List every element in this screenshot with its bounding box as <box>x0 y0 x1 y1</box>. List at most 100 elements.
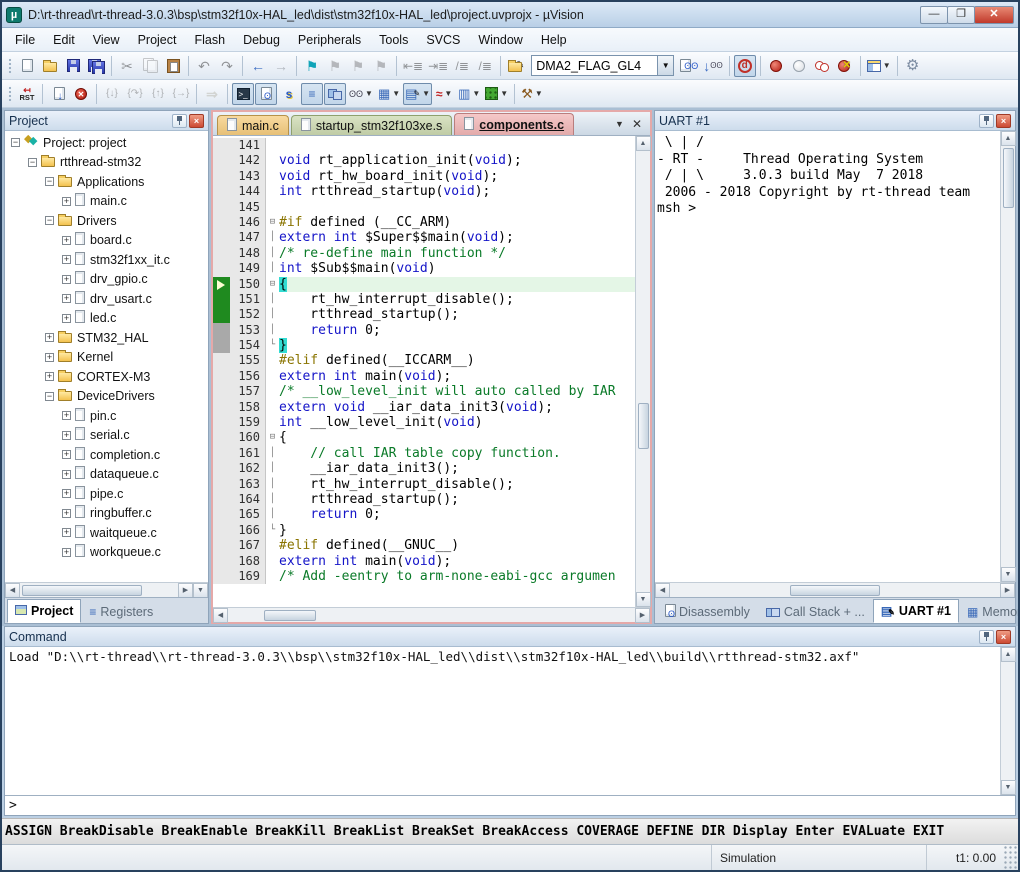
enable-disable-breakpoint-button[interactable] <box>788 55 810 77</box>
memory-windows-button[interactable]: ▦▼ <box>376 83 402 105</box>
code-line-149[interactable]: 149│int $Sub$$main(void) <box>213 261 635 276</box>
paste-button[interactable] <box>162 55 184 77</box>
code-line-145[interactable]: 145 <box>213 200 635 215</box>
reset-cpu-button[interactable]: ↤RST <box>16 83 38 105</box>
code-line-156[interactable]: 156extern int main(void); <box>213 369 635 384</box>
code-line-142[interactable]: 142void rt_application_init(void); <box>213 153 635 168</box>
code-line-163[interactable]: 163│ rt_hw_interrupt_disable(); <box>213 477 635 492</box>
menu-item-edit[interactable]: Edit <box>44 31 84 49</box>
command-window-button[interactable]: >_ <box>232 83 254 105</box>
scroll-right-icon[interactable]: ▶ <box>635 608 650 623</box>
toolbox-button[interactable]: ⚒▼ <box>519 83 545 105</box>
dropdown-arrow-icon[interactable]: ▼ <box>500 89 508 98</box>
fold-collapse-icon[interactable]: ⊟ <box>266 430 279 445</box>
run-button[interactable]: ↓ <box>47 83 69 105</box>
scroll-right-icon[interactable]: ▶ <box>1000 583 1015 598</box>
dropdown-arrow-icon[interactable]: ▼ <box>422 89 430 98</box>
editor-vertical-scrollbar[interactable]: ▲ ▼ <box>635 136 650 607</box>
menu-item-flash[interactable]: Flash <box>185 31 234 49</box>
kill-all-breakpoints-button[interactable]: ✕ <box>834 55 856 77</box>
new-file-button[interactable] <box>16 55 38 77</box>
analysis-windows-button[interactable]: ≈▼ <box>433 83 455 105</box>
tree-item-led-c[interactable]: +led.c <box>7 309 208 329</box>
code-line-147[interactable]: 147│extern int $Super$$main(void); <box>213 230 635 245</box>
fold-collapse-icon[interactable]: ⊟ <box>266 215 279 230</box>
symbols-window-button[interactable]: s <box>278 83 300 105</box>
tree-item-serial-c[interactable]: +serial.c <box>7 426 208 446</box>
project-horizontal-scrollbar[interactable]: ◀ ▶ ▼ <box>5 582 208 597</box>
expand-icon[interactable]: + <box>62 509 71 518</box>
tree-item-devicedrivers[interactable]: −DeviceDrivers <box>7 387 208 407</box>
tree-item-board-c[interactable]: +board.c <box>7 231 208 251</box>
scroll-thumb[interactable] <box>1003 148 1014 208</box>
collapse-icon[interactable]: − <box>28 158 37 167</box>
expand-icon[interactable]: + <box>45 353 54 362</box>
collapse-icon[interactable]: − <box>45 177 54 186</box>
code-line-160[interactable]: 160⊟{ <box>213 430 635 445</box>
scroll-left-icon[interactable]: ◀ <box>655 583 670 598</box>
minimize-button[interactable]: — <box>920 6 948 24</box>
menu-item-debug[interactable]: Debug <box>234 31 289 49</box>
code-line-154[interactable]: 154└} <box>213 338 635 353</box>
code-line-166[interactable]: 166└} <box>213 523 635 538</box>
tree-item-completion-c[interactable]: +completion.c <box>7 445 208 465</box>
scroll-right-icon[interactable]: ▶ <box>178 583 193 598</box>
dropdown-arrow-icon[interactable]: ▼ <box>365 89 373 98</box>
tree-item-main-c[interactable]: +main.c <box>7 192 208 212</box>
open-folder-button[interactable] <box>39 55 61 77</box>
menu-item-tools[interactable]: Tools <box>370 31 417 49</box>
command-input-line[interactable]: > <box>5 795 1015 815</box>
tree-item-cortex-m3[interactable]: +CORTEX-M3 <box>7 367 208 387</box>
watch-windows-button[interactable]: ʘʘ▼ <box>347 83 375 105</box>
expand-icon[interactable]: + <box>62 411 71 420</box>
tree-item-waitqueue-c[interactable]: +waitqueue.c <box>7 523 208 543</box>
tab-call-stack[interactable]: Call Stack + ... <box>758 601 873 623</box>
code-line-148[interactable]: 148│/* re-define main function */ <box>213 246 635 261</box>
code-line-157[interactable]: 157/* __low_level_init will auto called … <box>213 384 635 399</box>
code-line-158[interactable]: 158extern void __iar_data_init3(void); <box>213 400 635 415</box>
insert-breakpoint-button[interactable] <box>765 55 787 77</box>
menu-item-file[interactable]: File <box>6 31 44 49</box>
tree-item-ringbuffer-c[interactable]: +ringbuffer.c <box>7 504 208 524</box>
system-viewer-button[interactable]: ▼ <box>483 83 510 105</box>
dropdown-arrow-icon[interactable]: ▼ <box>883 61 891 70</box>
editor-tab-startup-stm32f103xe-s[interactable]: startup_stm32f103xe.s <box>291 115 452 135</box>
tab-list-dropdown-icon[interactable]: ▼ <box>615 119 624 129</box>
code-line-161[interactable]: 161│ // call IAR table copy function. <box>213 446 635 461</box>
code-line-164[interactable]: 164│ rtthread_startup(); <box>213 492 635 507</box>
tree-item-drivers[interactable]: −Drivers <box>7 211 208 231</box>
scroll-thumb[interactable] <box>264 610 316 621</box>
close-document-icon[interactable]: ✕ <box>632 117 642 131</box>
expand-icon[interactable]: + <box>62 470 71 479</box>
tree-item-rtthread-stm32[interactable]: −rtthread-stm32 <box>7 153 208 173</box>
dropdown-arrow-icon[interactable]: ▼ <box>392 89 400 98</box>
disassembly-window-button[interactable]: ʘ <box>255 83 277 105</box>
editor-horizontal-scrollbar[interactable]: ◀ ▶ <box>213 607 650 622</box>
find-text-combobox[interactable]: ▼ <box>531 55 674 76</box>
code-line-169[interactable]: 169/* Add -eentry to arm-none-eabi-gcc a… <box>213 569 635 584</box>
expand-icon[interactable]: + <box>62 450 71 459</box>
scroll-thumb[interactable] <box>638 403 649 449</box>
navigate-back-button[interactable]: ← <box>247 55 269 77</box>
collapse-icon[interactable]: − <box>45 392 54 401</box>
editor-tab-main-c[interactable]: main.c <box>217 115 289 135</box>
close-icon[interactable]: × <box>996 630 1011 644</box>
expand-icon[interactable]: + <box>45 372 54 381</box>
incremental-find-button[interactable]: ↓ʘʘ <box>701 55 724 77</box>
serial-windows-button[interactable]: ▤✎▼ <box>403 83 432 105</box>
editor-tab-components-c[interactable]: components.c <box>454 113 574 135</box>
command-vertical-scrollbar[interactable]: ▲ ▼ <box>1000 647 1015 795</box>
dropdown-arrow-icon[interactable]: ▼ <box>472 89 480 98</box>
scroll-thumb[interactable] <box>22 585 142 596</box>
expand-icon[interactable]: + <box>62 294 71 303</box>
menu-item-help[interactable]: Help <box>532 31 576 49</box>
code-line-153[interactable]: 153│ return 0; <box>213 323 635 338</box>
menu-item-peripherals[interactable]: Peripherals <box>289 31 370 49</box>
scroll-up-icon[interactable]: ▲ <box>1001 647 1016 662</box>
tree-item-stm32f1xx-it-c[interactable]: +stm32f1xx_it.c <box>7 250 208 270</box>
tab-project[interactable]: Project <box>7 599 81 623</box>
menu-item-svcs[interactable]: SVCS <box>417 31 469 49</box>
scroll-down-icon[interactable]: ▼ <box>1001 780 1016 795</box>
expand-icon[interactable]: + <box>62 489 71 498</box>
collapse-icon[interactable]: − <box>45 216 54 225</box>
